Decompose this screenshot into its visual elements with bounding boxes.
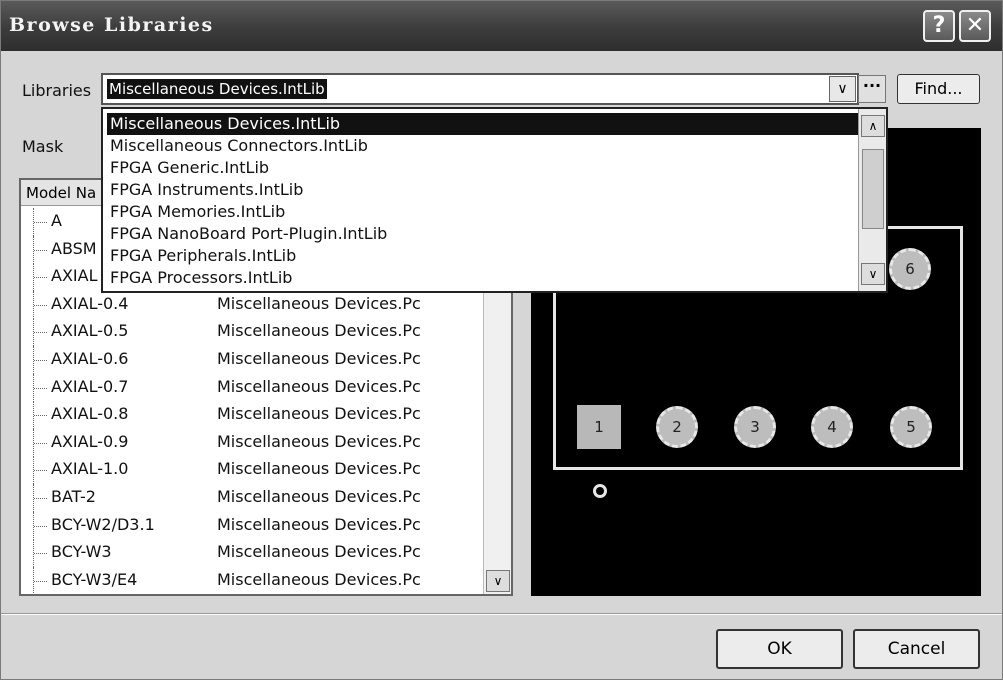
library-cell: Miscellaneous Devices.Pc (217, 459, 421, 479)
libraries-selected-value: Miscellaneous Devices.IntLib (107, 79, 327, 99)
table-row[interactable]: AXIAL-0.8 Miscellaneous Devices.Pc (21, 401, 483, 430)
pad-2: 2 (656, 406, 698, 448)
libraries-label: Libraries (22, 81, 92, 100)
table-row[interactable]: BAT-2 Miscellaneous Devices.Pc (21, 484, 483, 512)
pad-3: 3 (734, 406, 776, 448)
scroll-down-icon[interactable]: ∨ (486, 570, 510, 592)
origin-marker (593, 484, 607, 498)
table-row[interactable]: AXIAL-0.6 Miscellaneous Devices.Pc (21, 346, 483, 374)
table-row[interactable]: AXIAL-0.9 Miscellaneous Devices.Pc (21, 428, 483, 457)
browse-libraries-dialog: Browse Libraries ? ✕ Libraries Miscellan… (0, 0, 1003, 680)
dropdown-option[interactable]: Miscellaneous Devices.IntLib (107, 113, 859, 135)
tree-connector (33, 428, 47, 457)
tree-connector (33, 373, 47, 402)
table-row[interactable]: AXIAL-0.5 Miscellaneous Devices.Pc (21, 318, 483, 347)
cancel-button[interactable]: Cancel (853, 629, 980, 669)
library-cell: Miscellaneous Devices.Pc (217, 542, 421, 562)
pad-5: 5 (890, 406, 932, 448)
pad-6: 6 (889, 248, 931, 290)
model-name-cell: AXIAL-0.6 (51, 349, 129, 368)
model-name-cell: AXIAL-0.9 (51, 431, 129, 451)
dropdown-option[interactable]: FPGA Instruments.IntLib (107, 179, 859, 201)
close-button[interactable]: ✕ (959, 10, 991, 42)
tree-connector (33, 511, 47, 540)
library-cell: Miscellaneous Devices.Pc (217, 569, 421, 589)
table-row[interactable]: BCY-W2/D3.1 Miscellaneous Devices.Pc (21, 511, 483, 540)
libraries-combobox[interactable]: Miscellaneous Devices.IntLib (101, 73, 859, 105)
scroll-down-icon[interactable]: ∨ (861, 263, 885, 285)
tree-connector (33, 401, 47, 430)
model-name-cell: AXIAL-1.0 (51, 459, 129, 479)
tree-connector (33, 290, 47, 319)
libraries-dropdown-list[interactable]: Miscellaneous Devices.IntLib Miscellaneou… (101, 107, 888, 293)
table-row[interactable]: AXIAL-0.4 Miscellaneous Devices.Pc (21, 290, 483, 319)
dropdown-option[interactable]: FPGA Processors.IntLib (107, 267, 859, 289)
tree-connector (33, 456, 47, 485)
title-bar: Browse Libraries ? ✕ (1, 1, 1002, 51)
model-name-cell: AXIAL-0.4 (51, 293, 129, 313)
tree-connector (33, 208, 47, 236)
tree-connector (33, 539, 47, 568)
dropdown-option[interactable]: FPGA Peripherals.IntLib (107, 245, 859, 267)
library-cell: Miscellaneous Devices.Pc (217, 293, 421, 313)
library-cell: Miscellaneous Devices.Pc (217, 376, 421, 396)
help-button[interactable]: ? (923, 10, 955, 42)
table-row[interactable]: AXIAL-1.0 Miscellaneous Devices.Pc (21, 456, 483, 485)
tree-connector (33, 346, 47, 374)
library-cell: Miscellaneous Devices.Pc (217, 487, 421, 506)
library-cell: Miscellaneous Devices.Pc (217, 431, 421, 451)
dropdown-option[interactable]: FPGA Generic.IntLib (107, 157, 859, 179)
dropdown-option[interactable]: Miscellaneous Connectors.IntLib (107, 135, 859, 157)
table-row[interactable]: BCY-W3 Miscellaneous Devices.Pc (21, 539, 483, 568)
model-name-cell: BAT-2 (51, 487, 96, 506)
mask-label: Mask (22, 137, 64, 156)
model-name-cell: A (51, 211, 62, 230)
ok-button[interactable]: OK (716, 629, 843, 669)
library-cell: Miscellaneous Devices.Pc (217, 404, 421, 424)
model-name-cell: AXIAL-0.7 (51, 376, 129, 396)
scroll-up-icon[interactable]: ∧ (861, 115, 885, 137)
model-name-cell: AXIAL-0.5 (51, 321, 129, 341)
tree-connector (33, 566, 47, 594)
library-cell: Miscellaneous Devices.Pc (217, 321, 421, 341)
model-name-cell: AXIAL (51, 266, 98, 286)
dropdown-option[interactable]: FPGA Memories.IntLib (107, 201, 859, 223)
chevron-down-icon[interactable]: ∨ (829, 76, 856, 102)
scroll-thumb[interactable] (862, 149, 884, 229)
model-name-cell: BCY-W3/E4 (51, 569, 138, 589)
separator (1, 613, 1002, 615)
model-name-cell: BCY-W2/D3.1 (51, 514, 155, 534)
tree-connector (33, 263, 47, 292)
table-row[interactable]: AXIAL-0.7 Miscellaneous Devices.Pc (21, 373, 483, 402)
library-cell: Miscellaneous Devices.Pc (217, 349, 421, 368)
pad-4: 4 (811, 406, 853, 448)
model-name-cell: ABSM (51, 238, 97, 258)
pad-1: 1 (577, 405, 621, 449)
tree-connector (33, 318, 47, 347)
dropdown-scrollbar[interactable]: ∧ ∨ (858, 109, 886, 291)
dropdown-option[interactable]: FPGA NanoBoard Port-Plugin.IntLib (107, 223, 859, 245)
model-name-cell: AXIAL-0.8 (51, 404, 129, 424)
table-row[interactable]: BCY-W3/E4 Miscellaneous Devices.Pc (21, 566, 483, 594)
tree-connector (33, 484, 47, 512)
model-name-cell: BCY-W3 (51, 542, 112, 562)
tree-connector (33, 235, 47, 264)
window-title: Browse Libraries (9, 14, 214, 36)
find-button[interactable]: Find... (897, 74, 980, 104)
browse-more-button[interactable]: ··· (858, 75, 886, 103)
library-cell: Miscellaneous Devices.Pc (217, 514, 421, 534)
